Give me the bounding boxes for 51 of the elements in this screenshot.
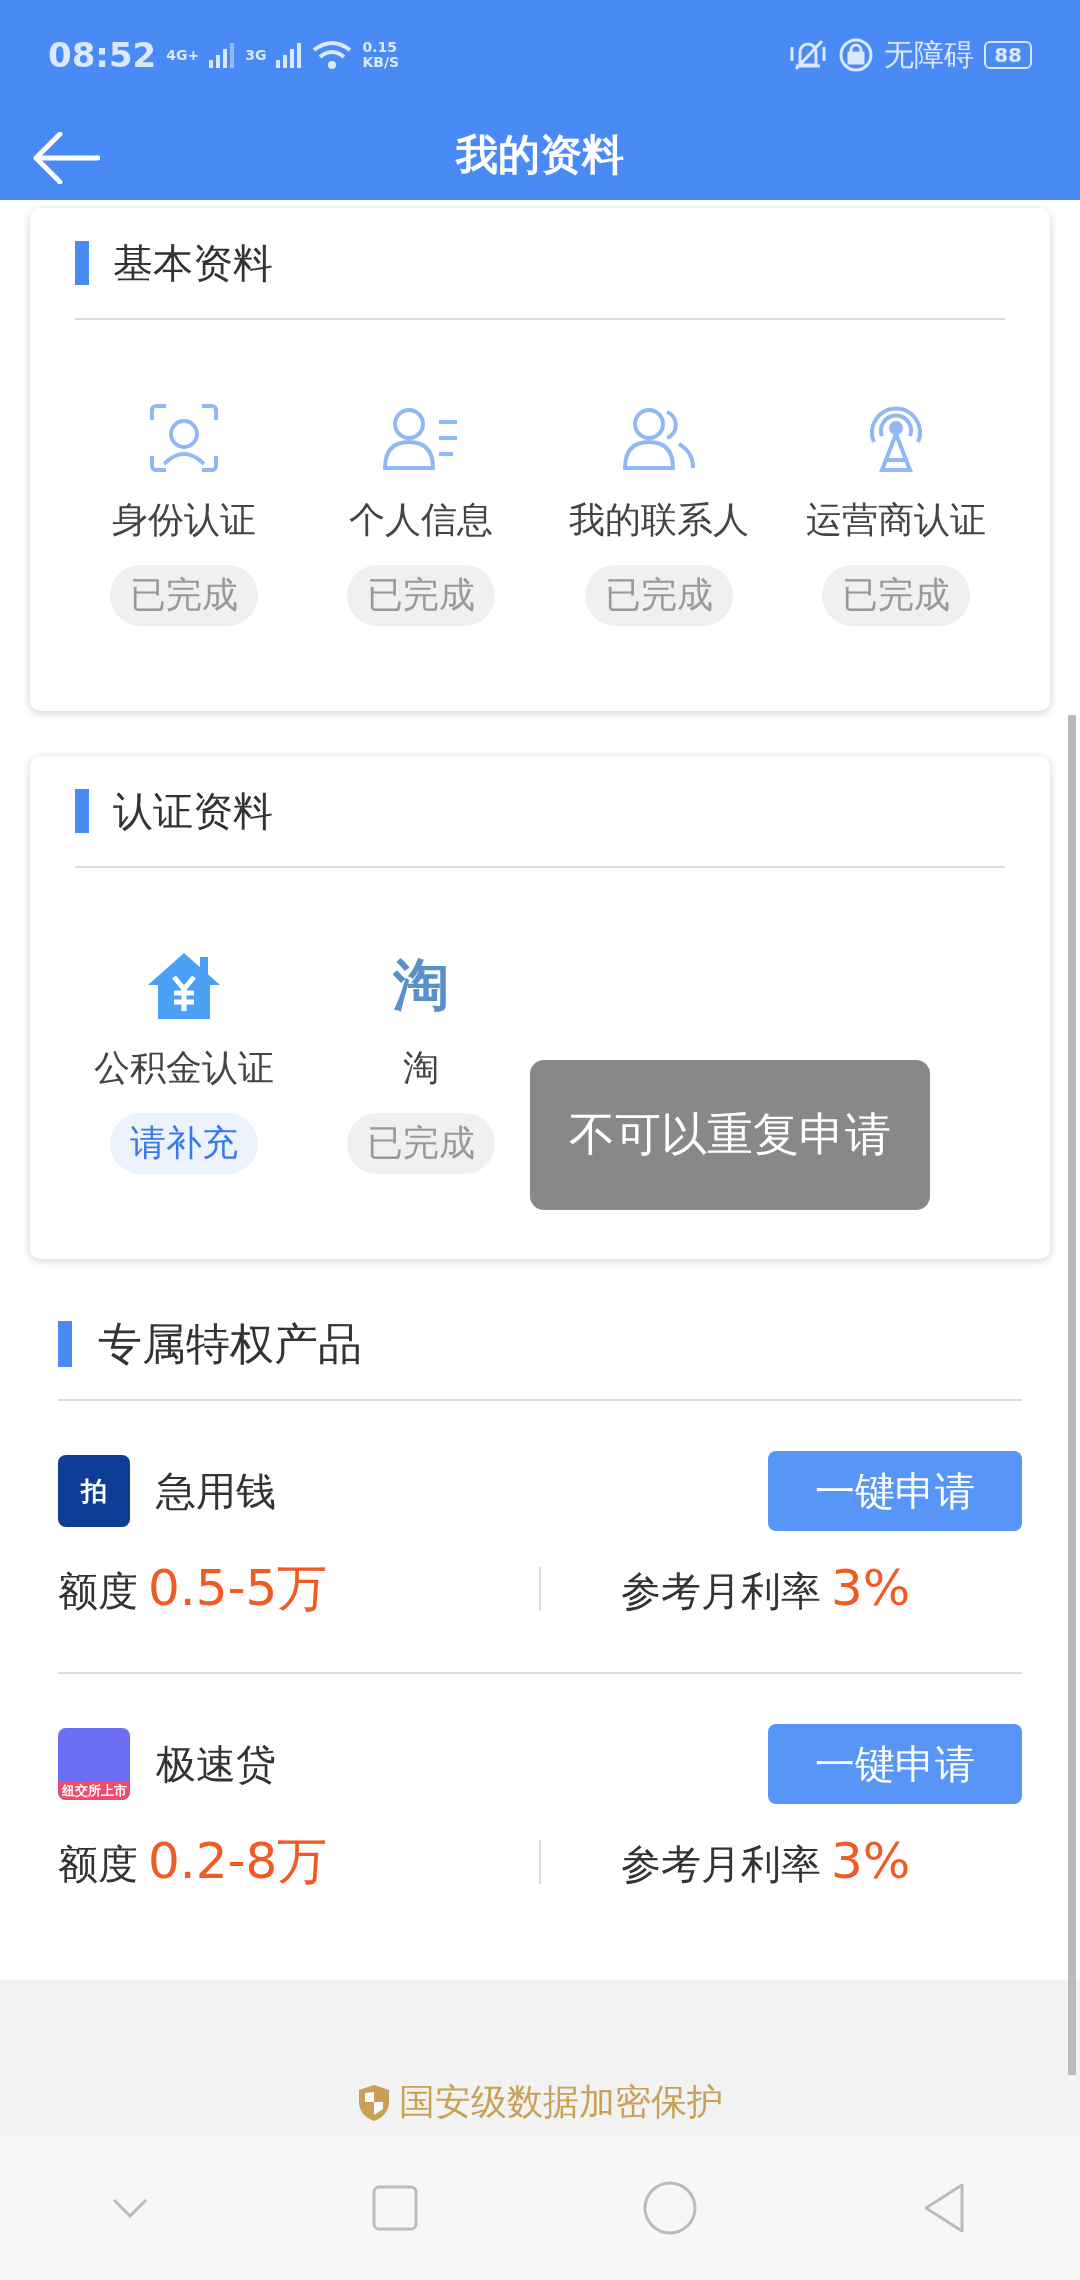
- status-badge: 已完成: [347, 565, 496, 626]
- battery-icon: 88: [984, 41, 1032, 69]
- section-marker: [75, 241, 89, 285]
- speed-unit: KB/S: [362, 55, 400, 70]
- recents-icon[interactable]: [372, 2184, 418, 2231]
- item-label[interactable]: 运营商认证: [806, 496, 987, 545]
- section-title: 认证资料: [113, 786, 273, 836]
- network-type: 3G: [245, 48, 267, 62]
- lock-icon: [838, 37, 875, 73]
- rate-value: 3%: [831, 1558, 911, 1617]
- app-logo: 纽交所上市: [58, 1728, 130, 1800]
- back-arrow-icon[interactable]: [32, 132, 100, 184]
- section-marker: [58, 1321, 72, 1367]
- status-badge: 已完成: [109, 565, 258, 626]
- home-icon[interactable]: [642, 2179, 698, 2236]
- rate-value: 3%: [831, 1831, 911, 1890]
- status-badge: 已完成: [347, 1113, 496, 1174]
- signal-icon: [276, 42, 303, 68]
- quota-value: 0.2-8万: [148, 1831, 328, 1892]
- shield-icon: [357, 2083, 391, 2122]
- rate-label: 参考月利率: [621, 1839, 821, 1889]
- network-type: 4G+: [166, 48, 200, 62]
- item-label[interactable]: 淘: [403, 1044, 440, 1093]
- quota-label: 额度: [58, 1840, 138, 1889]
- clock: 08:52: [48, 35, 157, 75]
- section-title: 专属特权产品: [98, 1316, 362, 1371]
- section-title: 基本资料: [113, 238, 273, 288]
- bell-icon: [788, 37, 829, 73]
- item-label[interactable]: 个人信息: [349, 496, 494, 545]
- signal-icon: [209, 42, 236, 68]
- status-badge: 请补充: [109, 1113, 258, 1174]
- accessibility-label: 无障碍: [884, 35, 975, 74]
- quota-label: 额度: [58, 1567, 138, 1616]
- product-name: 急用钱: [156, 1466, 277, 1516]
- face-scan-icon[interactable]: [147, 402, 220, 474]
- security-note: 国安级数据加密保护: [399, 2080, 723, 2124]
- status-badge: 已完成: [822, 565, 971, 626]
- toast-message: 不可以重复申请: [569, 1106, 891, 1163]
- page-title: 我的资料: [456, 129, 624, 181]
- quota-value: 0.5-5万: [148, 1558, 328, 1619]
- rate-label: 参考月利率: [621, 1566, 821, 1616]
- item-label[interactable]: 我的联系人: [568, 496, 749, 545]
- chevron-down-icon[interactable]: [112, 2197, 148, 2218]
- section-marker: [75, 789, 89, 833]
- app-logo: 拍: [58, 1455, 130, 1527]
- product-name: 极速贷: [156, 1739, 277, 1789]
- item-label[interactable]: 身份认证: [111, 496, 256, 545]
- item-label[interactable]: 公积金认证: [93, 1044, 274, 1093]
- wifi-icon: [312, 40, 353, 70]
- status-badge: 已完成: [584, 565, 733, 626]
- speed-value: 0.15: [362, 40, 398, 55]
